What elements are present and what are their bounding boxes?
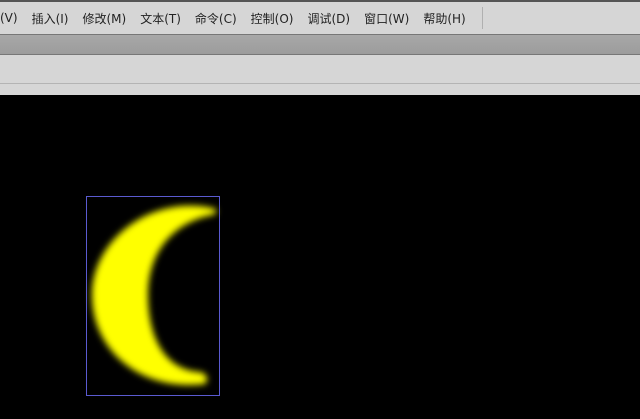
selection-box[interactable] <box>86 196 220 396</box>
